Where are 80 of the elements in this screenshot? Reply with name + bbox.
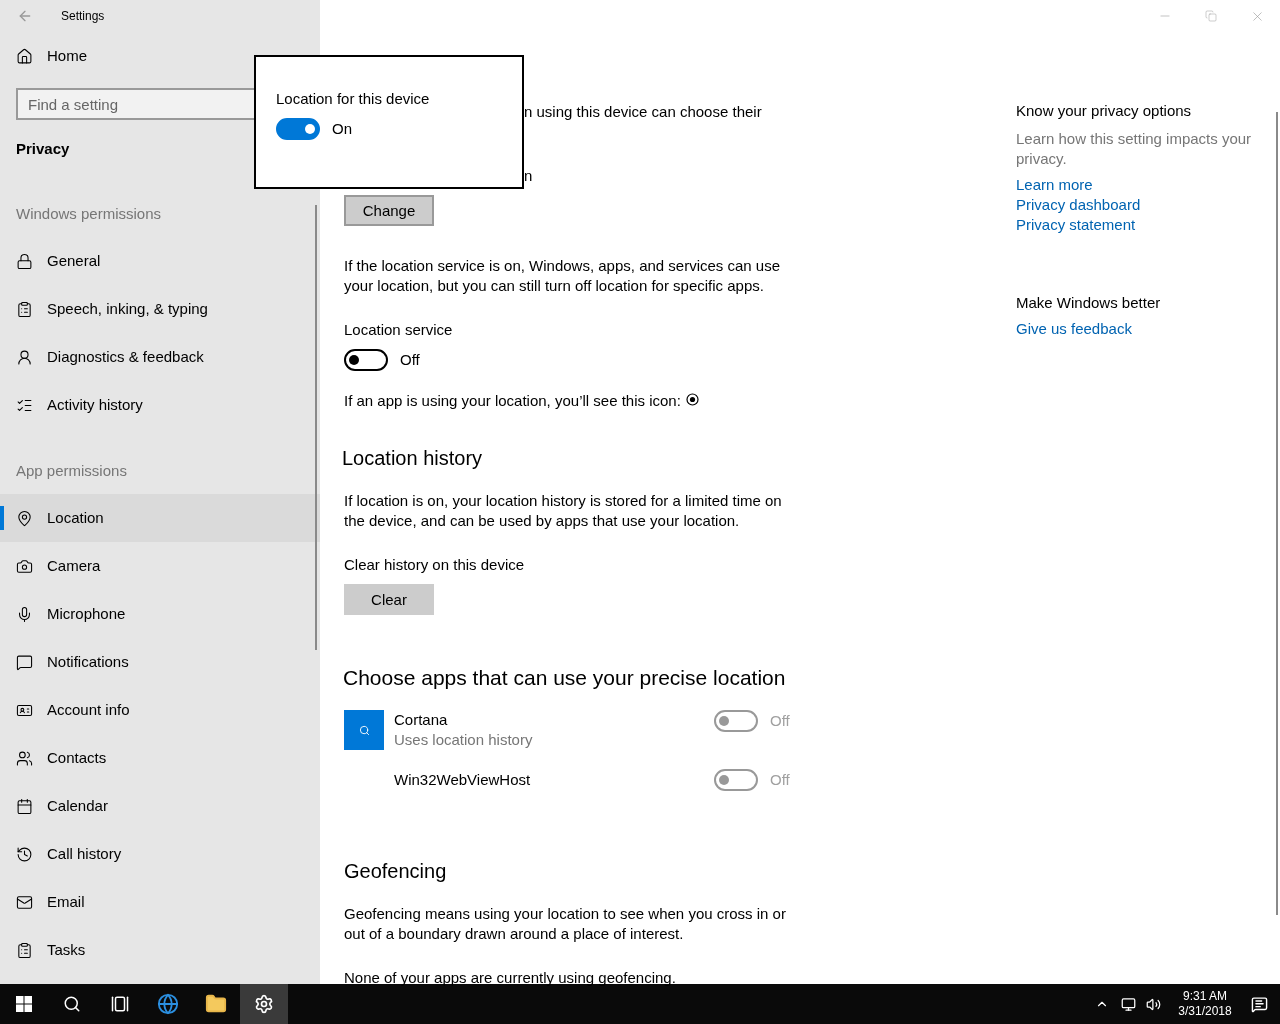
- network-icon[interactable]: [1121, 996, 1136, 1012]
- folder-icon: [205, 993, 227, 1015]
- speech-bubble-icon: [16, 653, 33, 671]
- nav-item[interactable]: Account info: [0, 686, 320, 734]
- setting-label: Clear history on this device: [344, 555, 525, 575]
- section-heading: Location history: [342, 446, 483, 471]
- aside-heading: Make Windows better: [1016, 293, 1161, 313]
- section-heading: Choose apps that can use your precise location: [343, 665, 786, 691]
- link[interactable]: Privacy dashboard: [1016, 195, 1141, 215]
- nav-item[interactable]: Location: [0, 494, 320, 542]
- nav-item[interactable]: Email: [0, 878, 320, 926]
- people-icon: [16, 749, 33, 767]
- nav-item[interactable]: Activity history: [0, 381, 320, 429]
- aside-heading: Know your privacy options: [1016, 101, 1192, 121]
- section-title: Privacy: [15, 139, 71, 159]
- scroll-bar[interactable]: [1276, 112, 1278, 915]
- app-name: Win32WebViewHost: [394, 770, 532, 790]
- clock[interactable]: 9:31 AM 3/31/2018: [1173, 989, 1237, 1019]
- description-text: n: [523, 166, 533, 186]
- toggle-state: Off: [770, 711, 790, 731]
- pin-icon: [16, 509, 33, 527]
- search-icon: [63, 995, 81, 1013]
- volume-icon[interactable]: [1146, 996, 1161, 1012]
- restore-icon: [1205, 10, 1217, 22]
- toggle-state: Off: [400, 350, 420, 370]
- aside-text: Learn how this setting impacts your privacy.: [1016, 129, 1253, 169]
- settings-icon: [254, 994, 274, 1014]
- description-text: None of your apps are currently using geofencing.: [344, 968, 676, 988]
- toggle-switch[interactable]: [276, 118, 320, 140]
- toggle-state: On: [332, 119, 352, 139]
- taskbar-button[interactable]: [240, 984, 288, 1024]
- nav-item[interactable]: Tasks: [0, 926, 320, 974]
- microphone-icon: [16, 605, 33, 623]
- clear-button[interactable]: Clear: [344, 584, 434, 615]
- home-icon: [16, 47, 33, 65]
- link[interactable]: Give us feedback: [1016, 319, 1132, 339]
- nav-item[interactable]: Contacts: [0, 734, 320, 782]
- toggle-switch[interactable]: [344, 349, 388, 371]
- back-arrow-icon: [17, 8, 33, 24]
- link[interactable]: Learn more: [1016, 175, 1093, 195]
- nav-item[interactable]: Microphone: [0, 590, 320, 638]
- nav-item[interactable]: Call history: [0, 830, 320, 878]
- home-link[interactable]: Home: [0, 32, 320, 80]
- section-heading: Geofencing: [344, 859, 447, 884]
- selection-bar: [0, 506, 4, 530]
- scroll-bar[interactable]: [315, 205, 317, 650]
- clipboard-icon: [16, 941, 33, 959]
- location-indicator-icon: [685, 392, 699, 406]
- window-title: Settings: [61, 8, 105, 24]
- group-heading: App permissions: [15, 461, 128, 481]
- change-button[interactable]: Change: [344, 195, 434, 226]
- search-icon: [358, 724, 370, 736]
- description-text: If an app is using your location, you’ll see this icon:: [344, 391, 681, 411]
- clipboard-icon: [16, 300, 33, 318]
- link[interactable]: Privacy statement: [1016, 215, 1136, 235]
- nav-item[interactable]: Notifications: [0, 638, 320, 686]
- nav-item[interactable]: General: [0, 237, 320, 285]
- nav-item[interactable]: Camera: [0, 542, 320, 590]
- person-icon: [16, 348, 33, 366]
- calendar-icon: [16, 797, 33, 815]
- description-text: Geofencing means using your location to see when you cross in or out of a boundary drawn around a place of interest.: [344, 904, 787, 944]
- description-text: If the location service is on, Windows, apps, and services can use your location, but you can still turn off location for specific apps.: [344, 256, 782, 296]
- nav-item[interactable]: Speech, inking, & typing: [0, 285, 320, 333]
- setting-label: Location service: [344, 320, 453, 340]
- app-subtitle: Uses location history: [394, 730, 534, 750]
- nav-item[interactable]: Calendar: [0, 782, 320, 830]
- lock-icon: [16, 252, 33, 270]
- envelope-icon: [16, 893, 33, 911]
- task-view-icon: [111, 995, 129, 1013]
- camera-icon: [16, 557, 33, 575]
- history-icon: [16, 845, 33, 863]
- notification-icon[interactable]: [1251, 995, 1268, 1013]
- windows-logo-icon: [16, 996, 32, 1012]
- group-heading: Windows permissions: [15, 204, 163, 224]
- description-text: n using this device can choose their: [523, 102, 762, 122]
- globe-icon: [157, 993, 179, 1015]
- app-name: Cortana: [394, 710, 449, 730]
- toggle-state: Off: [770, 770, 790, 790]
- description-text: If location is on, your location history is stored for a limited time on the device, and can be used by apps that use your location.: [344, 491, 783, 531]
- nav-item[interactable]: Diagnostics & feedback: [0, 333, 320, 381]
